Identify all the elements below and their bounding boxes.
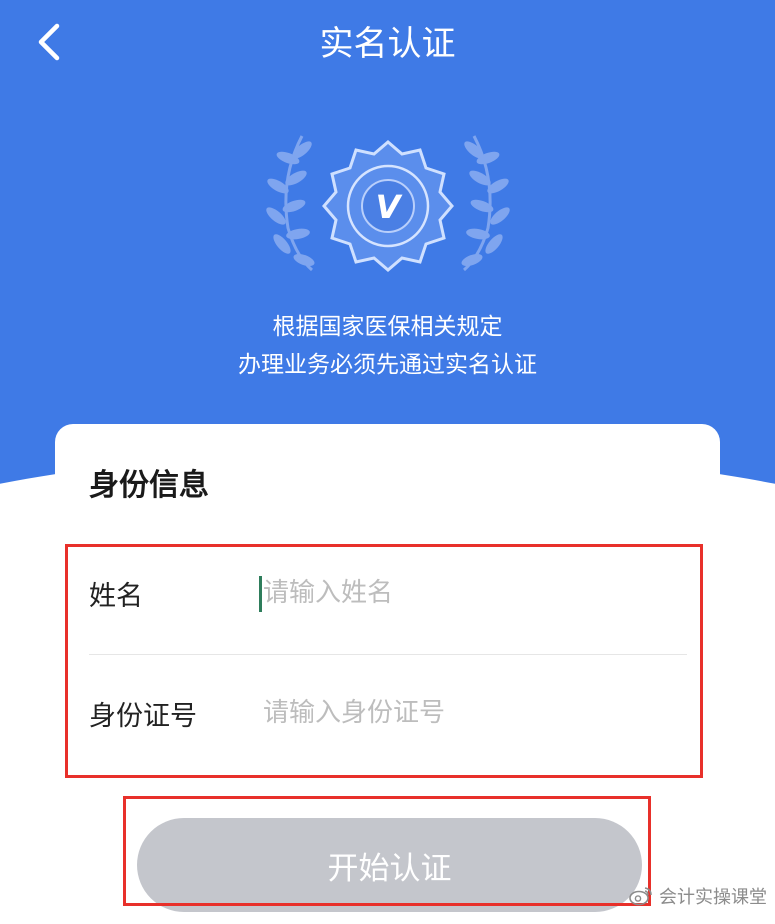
page-title: 实名认证 — [319, 24, 456, 64]
id-number-input[interactable] — [259, 686, 683, 740]
field-divider — [89, 654, 687, 655]
realname-notice: 根据国家医保相关规定 办理业务必须先通过实名认证 — [0, 308, 775, 384]
id-number-field-row: 身份证号 — [89, 656, 687, 774]
weibo-icon — [629, 887, 652, 906]
laurel-left-icon — [266, 135, 315, 272]
text-caret — [259, 576, 262, 612]
notice-line-2: 办理业务必须先通过实名认证 — [238, 352, 537, 378]
laurel-right-icon — [461, 135, 510, 272]
notice-line-1: 根据国家医保相关规定 — [272, 314, 503, 340]
watermark-text: 会计实操课堂 — [659, 887, 767, 908]
verified-badge-icon: V — [322, 140, 454, 272]
name-field-row: 姓名 — [89, 536, 687, 654]
verification-emblem: V — [266, 135, 510, 272]
id-number-label: 身份证号 — [89, 701, 197, 732]
watermark: 会计实操课堂 — [629, 883, 767, 909]
name-label: 姓名 — [89, 581, 143, 612]
card-title: 身份信息 — [89, 468, 209, 503]
name-input[interactable] — [259, 566, 683, 620]
start-verification-button[interactable]: 开始认证 — [137, 818, 642, 912]
badge-letter: V — [376, 188, 403, 226]
